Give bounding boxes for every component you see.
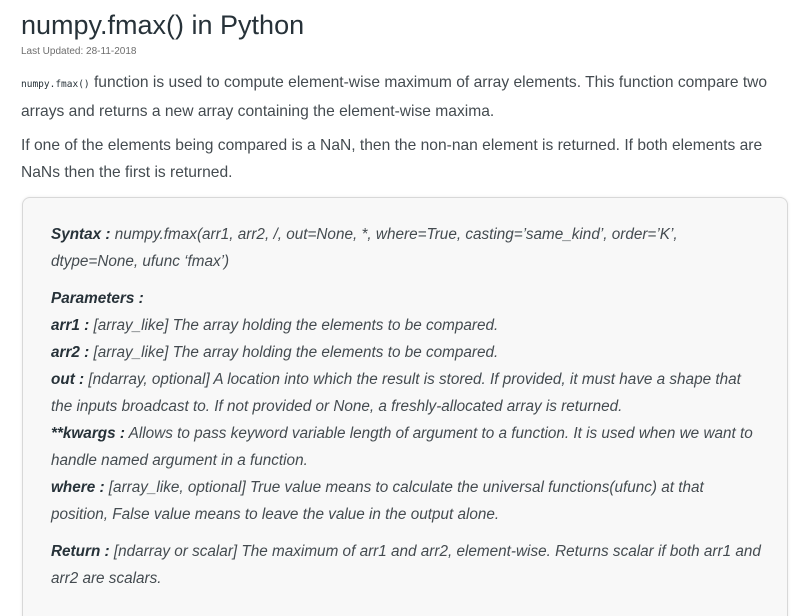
- syntax-signature: numpy.fmax(arr1, arr2, /, out=None, *, w…: [51, 226, 678, 270]
- param-out: out : [ndarray, optional] A location int…: [51, 366, 763, 420]
- param-name: arr1 :: [51, 317, 90, 334]
- param-desc: [ndarray, optional] A location into whic…: [51, 371, 741, 415]
- syntax-content: Syntax : numpy.fmax(arr1, arr2, /, out=N…: [51, 221, 763, 592]
- param-arr2: arr2 : [array_like] The array holding th…: [51, 339, 763, 366]
- param-where: where : [array_like, optional] True valu…: [51, 474, 763, 528]
- return-desc: [ndarray or scalar] The maximum of arr1 …: [51, 543, 761, 587]
- param-name: **kwargs :: [51, 425, 125, 442]
- intro-paragraph: numpy.fmax() function is used to compute…: [21, 69, 791, 125]
- nan-note-paragraph: If one of the elements being compared is…: [21, 137, 763, 181]
- param-desc: [array_like] The array holding the eleme…: [89, 317, 499, 334]
- return-line: Return : [ndarray or scalar] The maximum…: [51, 538, 763, 592]
- function-name-code: numpy.fmax(): [21, 79, 90, 90]
- last-updated-date: Last Updated: 28-11-2018: [21, 46, 137, 57]
- syntax-box: Syntax : numpy.fmax(arr1, arr2, /, out=N…: [22, 197, 788, 616]
- param-name: where :: [51, 479, 105, 496]
- param-name: arr2 :: [51, 344, 90, 361]
- parameters-heading: Parameters :: [51, 290, 144, 307]
- param-desc: [array_like, optional] True value means …: [51, 479, 704, 523]
- return-label: Return :: [51, 543, 110, 560]
- page-title: numpy.fmax() in Python: [21, 10, 305, 40]
- syntax-label: Syntax :: [51, 226, 111, 243]
- param-desc: Allows to pass keyword variable length o…: [51, 425, 753, 469]
- param-name: out :: [51, 371, 85, 388]
- param-kwargs: **kwargs : Allows to pass keyword variab…: [51, 420, 763, 474]
- param-desc: [array_like] The array holding the eleme…: [89, 344, 499, 361]
- intro-text: function is used to compute element-wise…: [21, 74, 768, 120]
- syntax-line: Syntax : numpy.fmax(arr1, arr2, /, out=N…: [51, 221, 763, 275]
- param-arr1: arr1 : [array_like] The array holding th…: [51, 312, 763, 339]
